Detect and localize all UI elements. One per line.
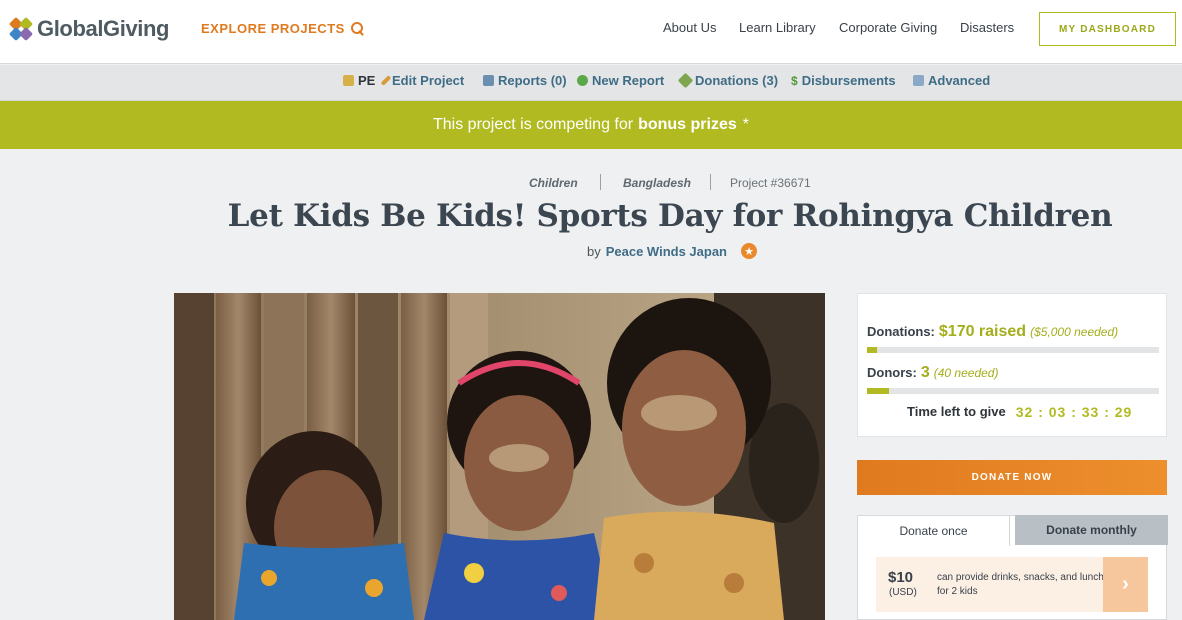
donations-progress-fill [867,347,877,353]
organization-link[interactable]: Peace Winds Japan [606,244,727,259]
donations-progress-bar [867,347,1159,353]
nav-disasters[interactable]: Disasters [960,20,1014,35]
advanced-label: Advanced [928,73,991,88]
pencil-icon [380,75,392,86]
option-description: can provide drinks, snacks, and lunch fo… [937,572,1104,597]
project-admin-bar: PE Edit Project Reports (0) New Report D… [0,65,1182,101]
theme-link[interactable]: Children [529,176,578,190]
project-title: Let Kids Be Kids! Sports Day for Rohingy… [227,198,1113,234]
donations-row: Donations: $170 raised ($5,000 needed) [867,323,1118,341]
donors-progress-fill [867,388,889,394]
disbursements-label: Disbursements [801,73,896,88]
banner-text: This project is competing for [433,116,634,133]
star-icon: ★ [741,243,757,259]
option-amount: $10 [888,569,914,586]
project-byline: by Peace Winds Japan ★ [587,243,757,259]
time-left-label: Time left to give [907,404,1006,419]
by-label: by [587,243,601,259]
reports-link[interactable]: Reports (0) [483,73,567,88]
donations-link[interactable]: Donations (3) [677,72,779,89]
donors-count: 3 [920,364,930,381]
reports-label: Reports (0) [498,73,567,88]
new-report-link[interactable]: New Report [577,73,664,88]
children-photo-illustration [174,293,825,620]
donate-now-button[interactable]: DONATE NOW [857,460,1167,495]
fundraising-stats-panel: Donations: $170 raised ($5,000 needed) D… [857,293,1167,437]
nav-learn-library[interactable]: Learn Library [739,20,816,35]
country-link[interactable]: Bangladesh [623,176,691,190]
my-dashboard-button[interactable]: MY DASHBOARD [1039,12,1176,46]
lock-icon [343,75,354,86]
edit-project-link[interactable]: Edit Project [380,73,465,88]
donors-stat-label: Donors: [867,365,917,380]
disbursements-link[interactable]: $ Disbursements [791,73,896,88]
nav-about-us[interactable]: About Us [663,20,716,35]
banner-asterisk: * [742,116,749,133]
bonus-prizes-banner[interactable]: This project is competing for bonus priz… [0,101,1182,149]
breadcrumb-divider [710,174,711,190]
amount-raised: $170 raised [938,323,1027,340]
explore-projects-link[interactable]: EXPLORE PROJECTS [201,21,364,36]
top-navigation-bar: GlobalGiving EXPLORE PROJECTS About Us L… [0,0,1182,64]
donors-needed: (40 needed) [933,366,999,380]
pe-label: PE [358,73,376,88]
explore-projects-label: EXPLORE PROJECTS [201,21,345,36]
amount-needed: ($5,000 needed) [1030,325,1119,339]
nav-corporate-giving[interactable]: Corporate Giving [839,20,937,35]
tab-donate-monthly[interactable]: Donate monthly [1015,515,1168,545]
new-report-label: New Report [592,73,665,88]
banner-bold-text: bonus prizes [638,116,737,133]
donors-row: Donors: 3 (40 needed) [867,364,998,382]
tab-donate-once[interactable]: Donate once [858,516,1010,546]
search-icon [350,22,364,35]
donation-options-panel: Donate once Donate monthly $10 (USD) can… [857,515,1168,620]
plus-circle-icon [577,75,588,86]
logo-text: GlobalGiving [37,16,170,41]
notepad-icon [913,75,924,86]
time-left-row: Time left to give 32 : 03 : 33 : 29 [907,404,1132,420]
donations-stat-label: Donations: [867,324,935,339]
logo-icon [8,16,34,42]
reports-icon [483,75,494,86]
chevron-right-icon[interactable]: › [1103,557,1148,612]
breadcrumb-divider [600,174,601,190]
project-number: Project #36671 [730,176,811,190]
option-currency: (USD) [889,587,917,598]
tag-icon [677,72,694,89]
project-photo [174,293,825,620]
donors-progress-bar [867,388,1159,394]
pe-badge[interactable]: PE [343,73,375,88]
donation-option[interactable]: $10 (USD) can provide drinks, snacks, an… [876,557,1148,612]
donations-label: Donations (3) [695,73,779,88]
dollar-icon: $ [791,73,798,88]
countdown-timer: 32 : 03 : 33 : 29 [1015,404,1133,420]
globalgiving-logo[interactable]: GlobalGiving [8,16,170,42]
advanced-link[interactable]: Advanced [913,73,990,88]
edit-project-label: Edit Project [392,73,465,88]
